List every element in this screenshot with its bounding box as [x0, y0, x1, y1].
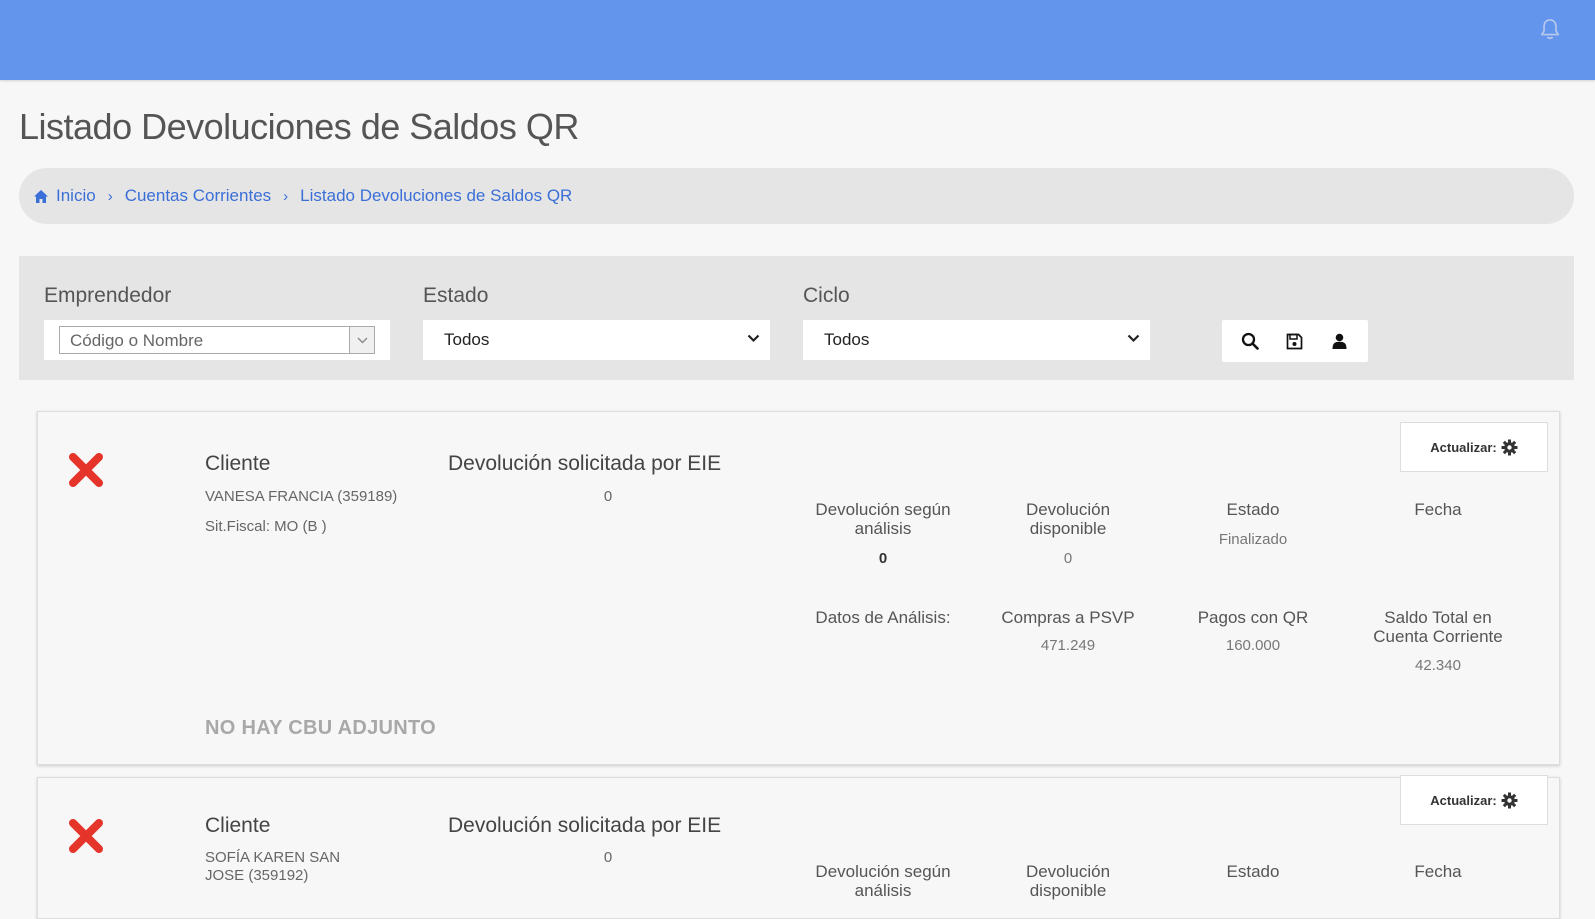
devolucion-card: Cliente SOFÍA KAREN SAN JOSE (359192) De… — [37, 775, 1560, 919]
estado-col-label: Estado — [1226, 500, 1280, 519]
emprendedor-input[interactable] — [70, 331, 340, 351]
devolucion-segun-analisis-label: Devolución según análisis — [815, 862, 951, 900]
search-icon — [1242, 332, 1260, 350]
user-button[interactable] — [1326, 327, 1354, 355]
emprendedor-field — [59, 326, 375, 354]
chevron-down-icon — [357, 337, 367, 343]
devolucion-disponible-label: Devolución disponible — [1025, 500, 1111, 538]
estado-select-value: Todos — [444, 330, 490, 349]
saldo-total-value: 42.340 — [1415, 657, 1461, 674]
top-bar — [0, 0, 1595, 80]
emprendedor-label: Emprendedor — [44, 284, 172, 307]
bell-icon[interactable] — [1539, 18, 1561, 42]
gear-icon — [1501, 792, 1518, 808]
devolucion-segun-analisis-label: Devolución según análisis — [815, 500, 951, 538]
saldo-total-label: Saldo Total en Cuenta Corriente — [1373, 608, 1503, 646]
estado-select[interactable]: Todos — [423, 320, 770, 360]
chevron-right-icon: › — [107, 187, 113, 205]
cliente-name: SOFÍA KAREN SAN JOSE (359192) — [205, 849, 341, 884]
chevron-down-icon — [1127, 334, 1140, 343]
breadcrumb-home[interactable]: Inicio — [56, 186, 96, 206]
home-icon — [34, 189, 48, 203]
x-icon — [69, 819, 103, 853]
compras-psvp-label: Compras a PSVP — [1001, 608, 1135, 627]
emprendedor-dropdown-button[interactable] — [349, 327, 374, 353]
fecha-col-label: Fecha — [1414, 862, 1462, 881]
chevron-right-icon: › — [283, 187, 289, 205]
toolbar-buttons — [1222, 320, 1368, 362]
filter-panel: Emprendedor Estado Todos Ciclo Todos — [19, 256, 1574, 380]
actualizar-button[interactable]: Actualizar: — [1400, 775, 1548, 825]
gear-icon — [1501, 439, 1518, 455]
datos-analisis-label: Datos de Análisis: — [815, 608, 951, 627]
user-icon — [1332, 333, 1347, 349]
solicitada-label: Devolución solicitada por EIE — [448, 814, 722, 837]
page-title: Listado Devoluciones de Saldos QR — [19, 106, 579, 147]
cliente-label: Cliente — [205, 452, 271, 475]
fecha-col-label: Fecha — [1414, 500, 1462, 519]
solicitada-label: Devolución solicitada por EIE — [448, 452, 722, 475]
search-button[interactable] — [1236, 327, 1264, 355]
devolucion-segun-analisis-value: 0 — [878, 550, 888, 567]
solicitada-value: 0 — [603, 849, 613, 866]
chevron-down-icon — [747, 334, 760, 343]
solicitada-value: 0 — [603, 488, 613, 505]
x-icon — [69, 453, 103, 487]
save-button[interactable] — [1281, 327, 1309, 355]
breadcrumb: Inicio › Cuentas Corrientes › Listado De… — [19, 168, 1574, 224]
actualizar-label: Actualizar: — [1430, 792, 1497, 808]
emprendedor-combo — [44, 320, 390, 360]
devolucion-disponible-value: 0 — [1063, 550, 1073, 567]
actualizar-label: Actualizar: — [1430, 439, 1497, 455]
actualizar-button[interactable]: Actualizar: — [1400, 422, 1548, 472]
sit-fiscal: Sit.Fiscal: MO (B ) — [205, 518, 327, 535]
ciclo-select-value: Todos — [824, 330, 870, 349]
cliente-label: Cliente — [205, 814, 271, 837]
ciclo-select[interactable]: Todos — [803, 320, 1150, 360]
compras-psvp-value: 471.249 — [1040, 637, 1096, 654]
estado-col-label: Estado — [1226, 862, 1280, 881]
estado-label: Estado — [423, 284, 489, 307]
devolucion-disponible-label: Devolución disponible — [1025, 862, 1111, 900]
pagos-qr-value: 160.000 — [1225, 637, 1281, 654]
estado-col-value: Finalizado — [1218, 531, 1288, 548]
breadcrumb-current[interactable]: Listado Devoluciones de Saldos QR — [300, 186, 572, 206]
save-icon — [1287, 333, 1303, 349]
cliente-name: VANESA FRANCIA (359189) — [205, 488, 398, 505]
devolucion-card: Cliente VANESA FRANCIA (359189) Sit.Fisc… — [37, 411, 1560, 765]
breadcrumb-cuentas-corrientes[interactable]: Cuentas Corrientes — [125, 186, 271, 206]
ciclo-label: Ciclo — [803, 284, 850, 307]
cbu-notice: NO HAY CBU ADJUNTO — [205, 717, 436, 739]
pagos-qr-label: Pagos con QR — [1197, 608, 1309, 627]
